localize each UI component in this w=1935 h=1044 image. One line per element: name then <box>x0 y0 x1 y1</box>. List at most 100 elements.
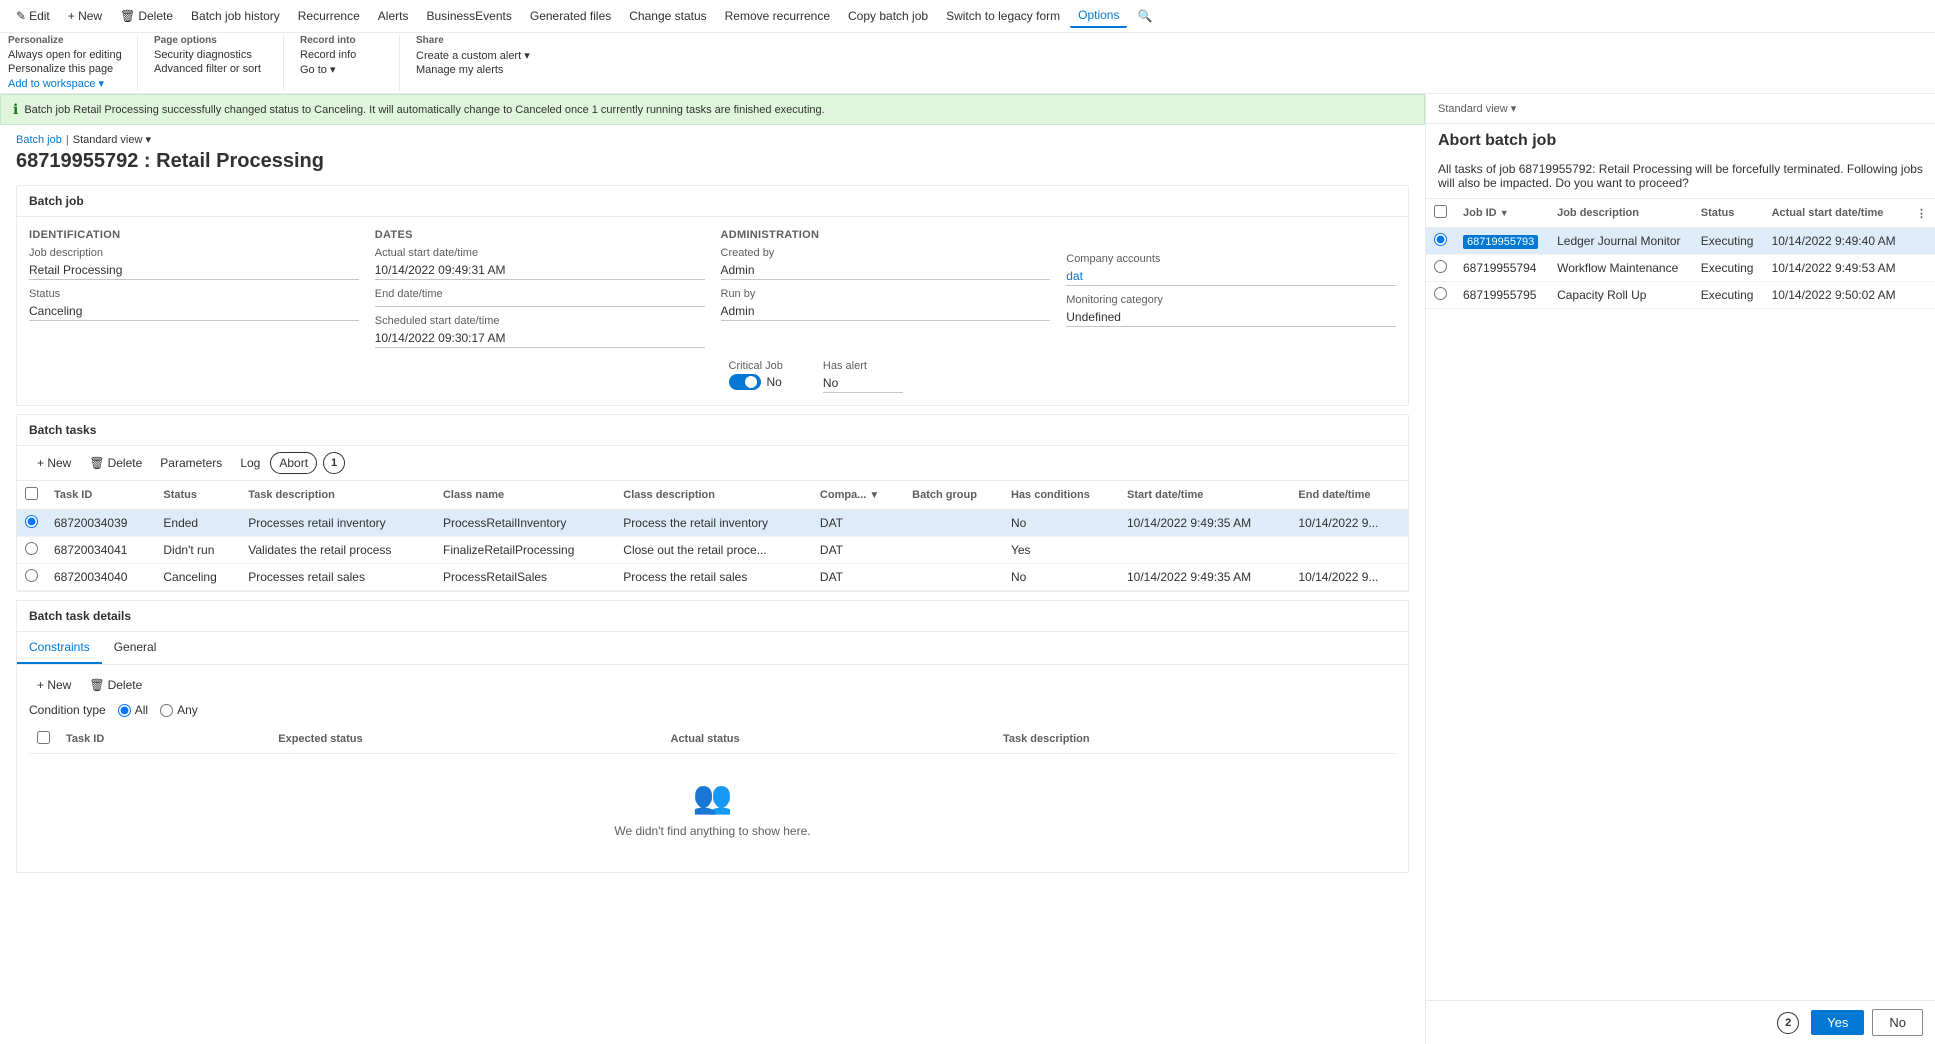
end-dt-cell: 10/14/2022 9... <box>1290 510 1408 537</box>
run-by-value: Admin <box>721 302 1051 321</box>
row-radio[interactable] <box>25 569 38 582</box>
col-start-dt: Start date/time <box>1119 481 1290 510</box>
record-info-link[interactable]: Record info <box>300 48 387 62</box>
search-icon: 🔍 <box>1137 9 1152 23</box>
right-status-cell: Executing <box>1693 282 1764 309</box>
search-button[interactable]: 🔍 <box>1129 5 1160 27</box>
table-row[interactable]: 68720034040 Canceling Processes retail s… <box>17 564 1408 591</box>
standard-view-label[interactable]: Standard view ▾ <box>1438 102 1516 115</box>
table-row[interactable]: 68720034039 Ended Processes retail inven… <box>17 510 1408 537</box>
generated-files-button[interactable]: Generated files <box>522 5 619 27</box>
delete-button[interactable]: 🗑 Delete <box>112 5 181 27</box>
end-datetime-label: End date/time <box>375 288 705 300</box>
task-status-cell: Canceling <box>155 564 240 591</box>
has-alert-value: No <box>823 374 903 393</box>
empty-message: We didn't find anything to show here. <box>614 824 810 838</box>
col-task-id: Task ID <box>46 481 155 510</box>
right-panel: Standard view ▾ Abort batch job All task… <box>1425 94 1935 1044</box>
monitoring-value: Undefined <box>1066 308 1396 327</box>
row-radio[interactable] <box>25 515 38 528</box>
end-datetime-value <box>375 302 705 307</box>
tasks-new-button[interactable]: + New <box>29 453 79 473</box>
job-desc-label: Job description <box>29 247 359 259</box>
right-row-radio[interactable] <box>1434 233 1447 246</box>
start-dt-cell: 10/14/2022 9:49:35 AM <box>1119 510 1290 537</box>
tasks-parameters-button[interactable]: Parameters <box>152 453 230 473</box>
breadcrumb-batch-job[interactable]: Batch job <box>16 134 62 146</box>
details-header: Batch task details <box>17 601 1408 632</box>
select-all-checkbox[interactable] <box>25 487 38 500</box>
recurrence-button[interactable]: Recurrence <box>290 5 368 27</box>
has-conditions-cell: No <box>1003 510 1119 537</box>
col-has-conditions: Has conditions <box>1003 481 1119 510</box>
status-label: Status <box>29 288 359 300</box>
batch-job-header: Batch job <box>17 186 1408 217</box>
right-row-radio[interactable] <box>1434 287 1447 300</box>
critical-job-toggle[interactable] <box>729 374 761 390</box>
right-select-all[interactable] <box>1434 205 1447 218</box>
tasks-abort-button[interactable]: Abort <box>270 452 317 474</box>
security-diagnostics-link[interactable]: Security diagnostics <box>154 48 271 62</box>
any-radio[interactable] <box>160 704 173 717</box>
create-alert-link[interactable]: Create a custom alert ▾ <box>416 48 544 63</box>
task-desc-cell: Processes retail inventory <box>240 510 435 537</box>
critical-job-value: No <box>767 375 782 389</box>
empty-state: 👥 We didn't find anything to show here. <box>29 754 1396 862</box>
change-status-button[interactable]: Change status <box>621 5 714 27</box>
identification-header: IDENTIFICATION <box>29 229 359 241</box>
right-job-id-cell: 68719955795 <box>1455 282 1549 309</box>
constraints-select-all[interactable] <box>37 731 50 744</box>
col-batch-group: Batch group <box>904 481 1003 510</box>
right-row-radio[interactable] <box>1434 260 1447 273</box>
task-status-cell: Ended <box>155 510 240 537</box>
table-row[interactable]: 68720034041 Didn't run Validates the ret… <box>17 537 1408 564</box>
task-id-cell: 68720034040 <box>46 564 155 591</box>
options-button[interactable]: Options <box>1070 4 1127 28</box>
filter-icon[interactable]: ▼ <box>869 490 879 501</box>
abort-batch-job-title: Abort batch job <box>1426 124 1935 158</box>
right-status-cell: Executing <box>1693 255 1764 282</box>
critical-job-label: Critical Job <box>729 360 783 372</box>
right-filter-icon[interactable]: ▼ <box>1500 208 1509 218</box>
details-new-button[interactable]: + New <box>29 675 79 695</box>
tab-constraints[interactable]: Constraints <box>17 632 102 664</box>
right-col-job-desc: Job description <box>1549 199 1693 228</box>
switch-legacy-button[interactable]: Switch to legacy form <box>938 5 1068 27</box>
company-accounts-value[interactable]: dat <box>1066 267 1396 286</box>
business-events-button[interactable]: BusinessEvents <box>418 5 519 27</box>
right-table-row[interactable]: 68719955794 Workflow Maintenance Executi… <box>1426 255 1935 282</box>
col-constraint-task-id: Task ID <box>58 725 270 754</box>
details-delete-button[interactable]: 🗑 Delete <box>81 675 150 695</box>
new-button[interactable]: + New <box>60 5 110 27</box>
yes-button[interactable]: Yes <box>1811 1010 1864 1035</box>
tasks-delete-button[interactable]: 🗑 Delete <box>81 453 150 473</box>
always-open-link[interactable]: Always open for editing <box>8 48 125 62</box>
batch-task-details-section: Batch task details Constraints General +… <box>16 600 1409 873</box>
all-radio[interactable] <box>118 704 131 717</box>
manage-alerts-link[interactable]: Manage my alerts <box>416 63 544 77</box>
right-table-row[interactable]: 68719955793 Ledger Journal Monitor Execu… <box>1426 228 1935 255</box>
run-by-label: Run by <box>721 288 1051 300</box>
copy-batch-job-button[interactable]: Copy batch job <box>840 5 936 27</box>
page-options-header: Page options <box>154 35 271 46</box>
go-to-link[interactable]: Go to ▾ <box>300 62 387 77</box>
batch-history-button[interactable]: Batch job history <box>183 5 288 27</box>
record-info-header: Record into <box>300 35 387 46</box>
edit-button[interactable]: ✎ Edit <box>8 5 58 27</box>
right-col-overflow: ⋮ <box>1908 199 1935 228</box>
right-job-id-cell: 68719955794 <box>1455 255 1549 282</box>
alerts-button[interactable]: Alerts <box>370 5 417 27</box>
row-radio[interactable] <box>25 542 38 555</box>
batch-tasks-table: Task ID Status Task description Class na… <box>17 481 1408 591</box>
condition-type-row: Condition type All Any <box>29 703 1396 717</box>
no-button[interactable]: No <box>1872 1009 1923 1036</box>
tasks-log-button[interactable]: Log <box>232 453 268 473</box>
personalize-page-link[interactable]: Personalize this page <box>8 62 125 76</box>
right-table-row[interactable]: 68719955795 Capacity Roll Up Executing 1… <box>1426 282 1935 309</box>
tab-general[interactable]: General <box>102 632 169 664</box>
advanced-filter-link[interactable]: Advanced filter or sort <box>154 62 271 76</box>
remove-recurrence-button[interactable]: Remove recurrence <box>717 5 838 27</box>
add-workspace-link[interactable]: Add to workspace ▾ <box>8 76 125 91</box>
abort-jobs-table: Job ID ▼ Job description Status Actual s… <box>1426 199 1935 309</box>
standard-view-dropdown[interactable]: Standard view ▾ <box>73 133 151 146</box>
